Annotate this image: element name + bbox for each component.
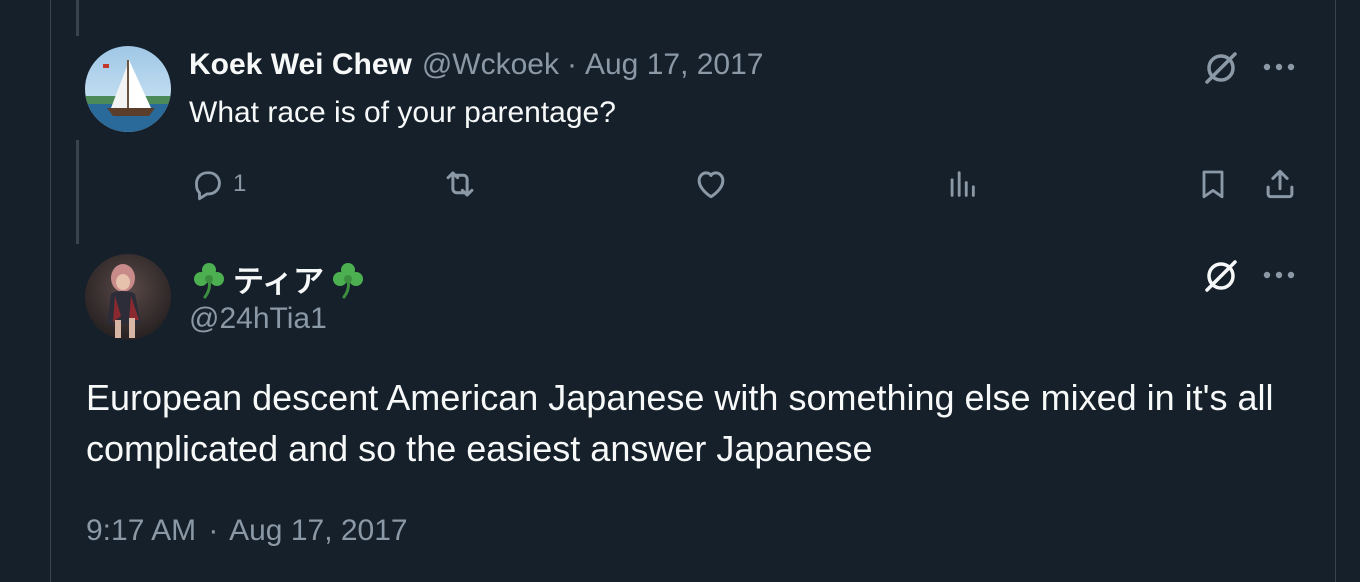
more-dots-icon — [1263, 63, 1295, 71]
reply-like-button[interactable] — [691, 164, 731, 204]
person-avatar-icon — [85, 254, 171, 340]
reply-retweet-button[interactable] — [440, 164, 480, 204]
views-icon — [950, 171, 975, 197]
main-more-button[interactable] — [1260, 260, 1298, 290]
avatar-koek[interactable] — [85, 46, 171, 132]
retweet-icon — [446, 171, 474, 197]
reply-share-button[interactable] — [1260, 164, 1300, 204]
main-grok-button[interactable] — [1200, 256, 1242, 296]
clover-left-icon — [194, 262, 224, 298]
like-icon — [697, 171, 725, 199]
grok-icon — [1205, 260, 1237, 292]
sailboat-avatar-icon — [85, 46, 171, 132]
thread-line-middle — [76, 140, 79, 244]
main-handle[interactable]: @24hTia1 — [189, 302, 327, 336]
reply-views-button[interactable] — [944, 164, 980, 204]
reply-count: 1 — [233, 170, 247, 197]
main-date[interactable]: Aug 17, 2017 — [229, 514, 408, 547]
share-icon — [1266, 169, 1294, 199]
reply-grok-button[interactable] — [1200, 48, 1242, 88]
reply-header: Koek Wei Chew @Wckoek · Aug 17, 2017 — [189, 48, 763, 82]
clover-right-icon — [333, 262, 364, 298]
main-display-name[interactable]: ティア — [233, 256, 324, 301]
reply-comment-button[interactable]: 1 — [189, 164, 246, 204]
main-header: ティア — [189, 256, 368, 301]
bookmark-icon — [1202, 170, 1224, 199]
reply-separator: · — [566, 48, 577, 81]
reply-icon — [195, 171, 221, 201]
reply-text: What race is of your parentage? — [189, 96, 616, 129]
main-time[interactable]: 9:17 AM — [86, 514, 196, 547]
reply-bookmark-button[interactable] — [1194, 164, 1232, 204]
more-dots-icon — [1263, 271, 1295, 279]
reply-date[interactable]: Aug 17, 2017 — [585, 48, 764, 82]
avatar-tia[interactable] — [85, 254, 171, 340]
reply-handle[interactable]: @Wckoek — [422, 48, 559, 82]
reply-display-name[interactable]: Koek Wei Chew — [189, 48, 412, 82]
reply-more-button[interactable] — [1260, 52, 1298, 82]
main-tweet-text: European descent American Japanese with … — [86, 377, 1274, 469]
thread-line-top — [76, 0, 79, 36]
main-timestamp: 9:17 AM · Aug 17, 2017 — [86, 514, 408, 548]
main-separator: · — [208, 514, 219, 547]
grok-icon — [1205, 52, 1237, 84]
